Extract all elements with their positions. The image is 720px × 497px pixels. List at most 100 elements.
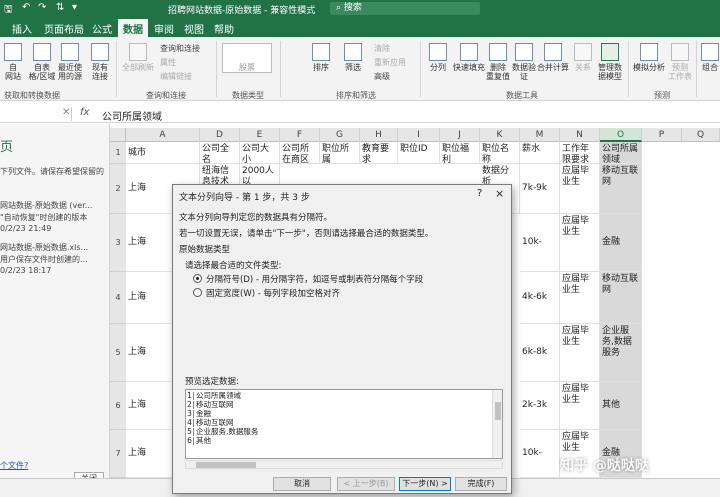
queries-connections-button[interactable]: 查询和连接 — [160, 43, 200, 54]
refresh-all-button[interactable]: 全部刷新 — [120, 43, 156, 72]
flash-fill-button[interactable]: 快速填充 — [452, 43, 486, 72]
cell-j1[interactable]: 职位福利 — [440, 142, 480, 164]
fixed-width-radio[interactable] — [193, 288, 202, 297]
close-icon[interactable]: × — [495, 187, 504, 200]
consolidate-button[interactable]: 合并计算 — [536, 43, 570, 72]
column-header-p[interactable]: P — [642, 128, 682, 142]
cell-m1[interactable]: 薪水 — [520, 142, 560, 164]
tab-help[interactable]: 帮助 — [214, 21, 234, 36]
cell-i1[interactable]: 职位ID — [398, 142, 440, 164]
row-header[interactable]: 4 — [110, 272, 126, 324]
tab-insert[interactable]: 插入 — [12, 21, 32, 36]
cell-m2[interactable]: 7k-9k — [520, 164, 560, 214]
scroll-thumb[interactable] — [196, 462, 256, 468]
row-header[interactable]: 1 — [110, 142, 126, 164]
redo-icon[interactable]: ↷ — [38, 2, 46, 13]
group-button[interactable]: 组合 — [700, 43, 720, 72]
tab-review[interactable]: 审阅 — [154, 21, 174, 36]
edit-links-button[interactable]: 编辑链接 — [160, 71, 192, 82]
forecast-sheet-button[interactable]: 预测 工作表 — [666, 43, 694, 81]
next-button[interactable]: 下一步(N) > — [399, 477, 451, 491]
formula-input[interactable]: 公司所属领域 — [102, 108, 162, 123]
cell-n4[interactable]: 应届毕业生 — [560, 272, 600, 324]
help-icon[interactable]: ? — [477, 188, 482, 199]
finish-button[interactable]: 完成(F) — [455, 477, 507, 491]
recovery-file-1-name[interactable]: 网站数据-原始数据 (ver... — [0, 200, 92, 211]
cell-o1[interactable]: 公司所属领域 — [600, 142, 642, 164]
from-table-button[interactable]: 自表 格/区域 — [28, 43, 56, 81]
select-all-corner[interactable] — [110, 128, 126, 142]
column-header-m[interactable]: M — [520, 128, 560, 142]
scroll-thumb[interactable] — [495, 402, 501, 420]
properties-button[interactable]: 属性 — [160, 57, 176, 68]
recovery-file-2-name[interactable]: 网站数据-原始数据.xls... — [0, 242, 88, 253]
preview-vertical-scrollbar[interactable] — [492, 390, 502, 458]
cell-n3[interactable]: 应届毕业生 — [560, 214, 600, 272]
cell-a1[interactable]: 城市 — [126, 142, 200, 164]
cell-g1[interactable]: 职位所属 — [320, 142, 360, 164]
what-if-button[interactable]: 模拟分析 — [632, 43, 666, 72]
tab-formulas[interactable]: 公式 — [92, 21, 112, 36]
column-header-k[interactable]: K — [480, 128, 520, 142]
back-button[interactable]: < 上一步(B) — [337, 477, 395, 491]
existing-connections-button[interactable]: 现有 连接 — [88, 43, 112, 81]
column-header-f[interactable]: F — [280, 128, 320, 142]
recent-sources-button[interactable]: 最近使 用的源 — [56, 43, 84, 81]
cell-m4[interactable]: 4k-6k — [520, 272, 560, 324]
stocks-button[interactable]: 股票 — [222, 43, 272, 73]
column-header-o[interactable]: O — [600, 128, 642, 142]
advanced-button[interactable]: 高级 — [374, 71, 390, 82]
remove-duplicates-button[interactable]: 删除 重复值 — [486, 43, 510, 81]
clear-button[interactable]: 清除 — [374, 43, 390, 54]
cell-n2[interactable]: 应届毕业生 — [560, 164, 600, 214]
data-validation-button[interactable]: 数据验 证 — [512, 43, 536, 81]
sort-asc-icon[interactable]: ⇅ — [56, 2, 64, 13]
row-header[interactable]: 5 — [110, 324, 126, 382]
column-header-e[interactable]: E — [240, 128, 280, 142]
cell-d1[interactable]: 公司全名 — [200, 142, 240, 164]
cell-m7[interactable]: 10k-15k — [520, 430, 560, 478]
column-header-n[interactable]: N — [560, 128, 600, 142]
cell-m5[interactable]: 6k-8k — [520, 324, 560, 382]
cell-o3[interactable]: 金融 — [600, 214, 642, 272]
cell-e1[interactable]: 公司大小 — [240, 142, 280, 164]
insert-function-icon[interactable]: fx — [80, 107, 89, 118]
data-preview-box[interactable]: 1 公司所属领域 2 移动互联网 3 金融 4 移动互联网 5 企业服务,数据服务 6 其他 — [185, 389, 503, 459]
fixed-width-option[interactable]: 固定宽度(W) - 每列字段加空格对齐 — [193, 287, 340, 299]
column-header-i[interactable]: I — [398, 128, 440, 142]
row-header[interactable]: 3 — [110, 214, 126, 272]
column-header-h[interactable]: H — [360, 128, 398, 142]
manage-data-model-button[interactable]: 管理数 据模型 — [596, 43, 624, 81]
cell-n6[interactable]: 应届毕业生 — [560, 382, 600, 430]
cell-m3[interactable]: 10k-15k — [520, 214, 560, 272]
filter-button[interactable]: 筛选 — [340, 43, 366, 72]
cell-o2[interactable]: 移动互联网 — [600, 164, 642, 214]
cancel-button[interactable]: 取消 — [273, 477, 331, 491]
tab-view[interactable]: 视图 — [184, 21, 204, 36]
column-header-q[interactable]: Q — [682, 128, 720, 142]
cell-k1[interactable]: 职位名称 — [480, 142, 520, 164]
cell-o4[interactable]: 移动互联网 — [600, 272, 642, 324]
relationships-button[interactable]: 关系 — [570, 43, 596, 72]
delimited-radio[interactable] — [193, 274, 202, 283]
from-web-button[interactable]: 自 网站 — [2, 43, 24, 81]
row-header[interactable]: 2 — [110, 164, 126, 214]
cell-m6[interactable]: 2k-3k — [520, 382, 560, 430]
row-header[interactable]: 6 — [110, 382, 126, 430]
cell-n5[interactable]: 应届毕业生 — [560, 324, 600, 382]
search-box[interactable]: ⌕ 搜索 — [330, 2, 480, 15]
column-header-a[interactable]: A — [126, 128, 200, 142]
cell-o6[interactable]: 其他 — [600, 382, 642, 430]
cell-n1[interactable]: 工作年限要求 — [560, 142, 600, 164]
column-header-g[interactable]: G — [320, 128, 360, 142]
customize-qa-icon[interactable]: ▾ — [72, 2, 77, 13]
cancel-entry-icon[interactable]: ✕ — [62, 107, 70, 118]
delimited-option[interactable]: 分隔符号(D) - 用分隔字符，如逗号或制表符分隔每个字段 — [193, 273, 423, 285]
text-to-columns-button[interactable]: 分列 — [426, 43, 450, 72]
row-header[interactable]: 7 — [110, 430, 126, 478]
cell-f1[interactable]: 公司所在商区 — [280, 142, 320, 164]
which-file-link[interactable]: 个文件? — [0, 460, 28, 471]
cell-h1[interactable]: 教育要求 — [360, 142, 398, 164]
preview-horizontal-scrollbar[interactable] — [185, 460, 503, 469]
sort-button[interactable]: 排序 — [308, 43, 334, 72]
